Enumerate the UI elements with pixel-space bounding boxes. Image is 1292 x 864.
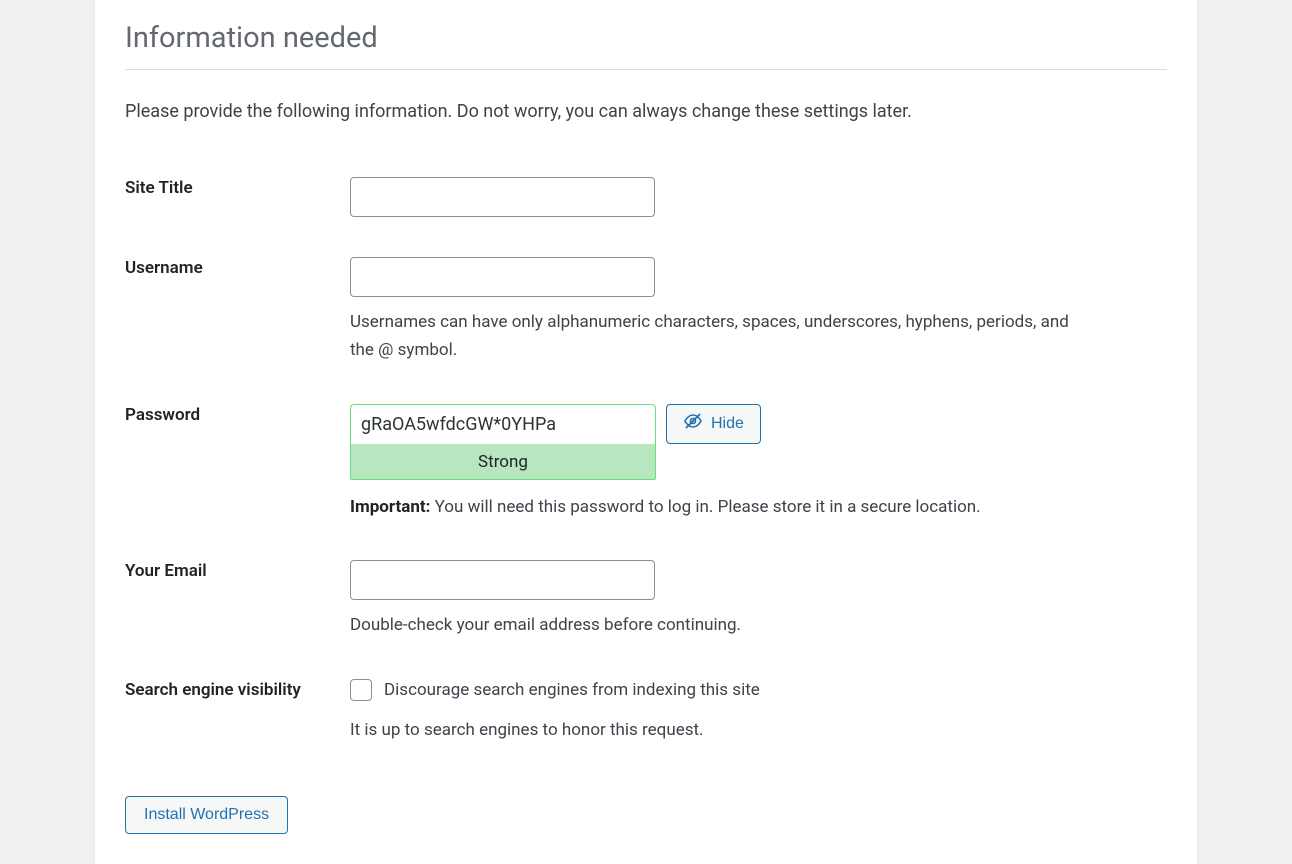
seo-checkbox[interactable] (350, 679, 372, 701)
site-title-label: Site Title (125, 165, 350, 245)
hide-button-label: Hide (711, 415, 744, 433)
site-title-input[interactable] (350, 177, 655, 217)
username-label: Username (125, 245, 350, 391)
password-important-note: Important: You will need this password t… (350, 494, 1167, 520)
eye-slash-icon (683, 411, 703, 436)
email-hint: Double-check your email address before c… (350, 612, 1070, 639)
password-strength-indicator: Strong (350, 444, 656, 480)
intro-text: Please provide the following information… (125, 98, 1167, 126)
username-input[interactable] (350, 257, 655, 297)
seo-label: Search engine visibility (125, 667, 350, 771)
page-heading: Information needed (125, 0, 1167, 70)
install-wordpress-button[interactable]: Install WordPress (125, 796, 288, 834)
password-label: Password (125, 392, 350, 548)
seo-checkbox-label[interactable]: Discourage search engines from indexing … (384, 680, 760, 700)
email-input[interactable] (350, 560, 655, 600)
important-text: You will need this password to log in. P… (430, 497, 980, 517)
important-prefix: Important: (350, 497, 430, 517)
seo-note: It is up to search engines to honor this… (350, 717, 1167, 743)
email-label: Your Email (125, 548, 350, 667)
password-input[interactable] (350, 404, 656, 444)
username-hint: Usernames can have only alphanumeric cha… (350, 309, 1070, 363)
hide-password-button[interactable]: Hide (666, 404, 761, 444)
